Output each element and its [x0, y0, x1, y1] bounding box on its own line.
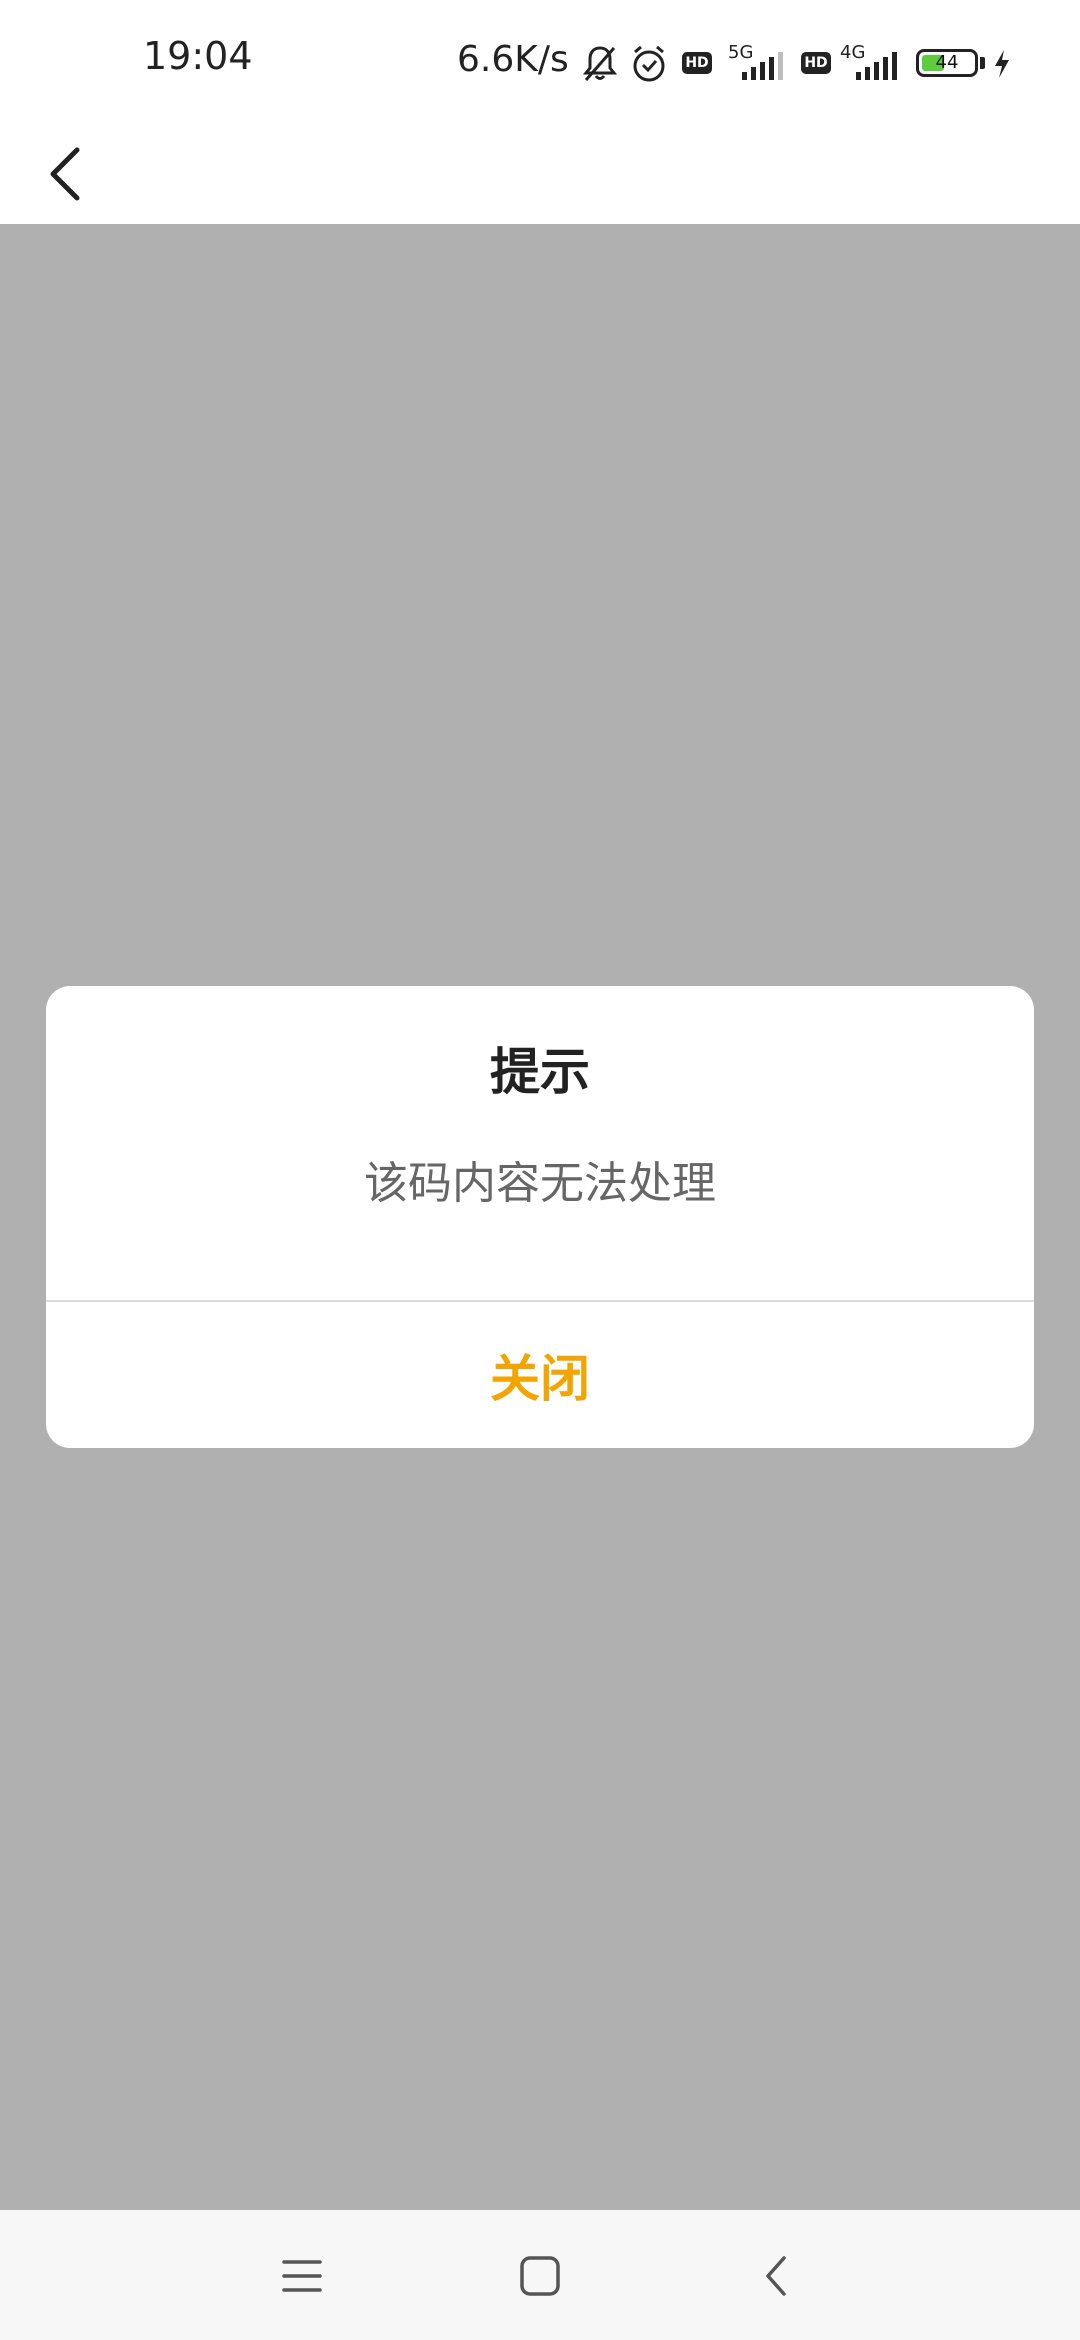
chevron-left-icon [50, 147, 80, 201]
menu-button[interactable] [270, 2244, 334, 2308]
system-nav-bar [0, 2210, 1080, 2340]
home-icon [520, 2256, 560, 2296]
alert-dialog: 提示 该码内容无法处理 关闭 [46, 986, 1034, 1448]
signal-icon [856, 52, 897, 80]
signal-icon [742, 52, 783, 80]
status-bar: 19:04 6.6K/s HD 5G HD 4G 44 [0, 0, 1080, 126]
menu-icon [282, 2260, 322, 2292]
hd-icon: HD [682, 52, 712, 74]
battery-level: 44 [935, 52, 959, 73]
status-time: 19:04 [143, 34, 253, 78]
back-icon [766, 2256, 786, 2296]
app-header [0, 126, 1080, 224]
dialog-title: 提示 [490, 1043, 590, 1101]
bell-off-icon [582, 46, 618, 81]
alarm-icon [633, 45, 665, 82]
close-button[interactable]: 关闭 [46, 1302, 1034, 1448]
battery-icon: 44 [916, 49, 978, 77]
charging-icon [995, 50, 1009, 78]
home-button[interactable] [508, 2244, 572, 2308]
network-speed: 6.6K/s [457, 39, 569, 80]
battery-tip [980, 57, 985, 69]
back-button[interactable] [30, 132, 100, 216]
dialog-message: 该码内容无法处理 [364, 1158, 716, 1209]
nav-back-button[interactable] [744, 2244, 808, 2308]
hd-icon: HD [801, 52, 831, 74]
